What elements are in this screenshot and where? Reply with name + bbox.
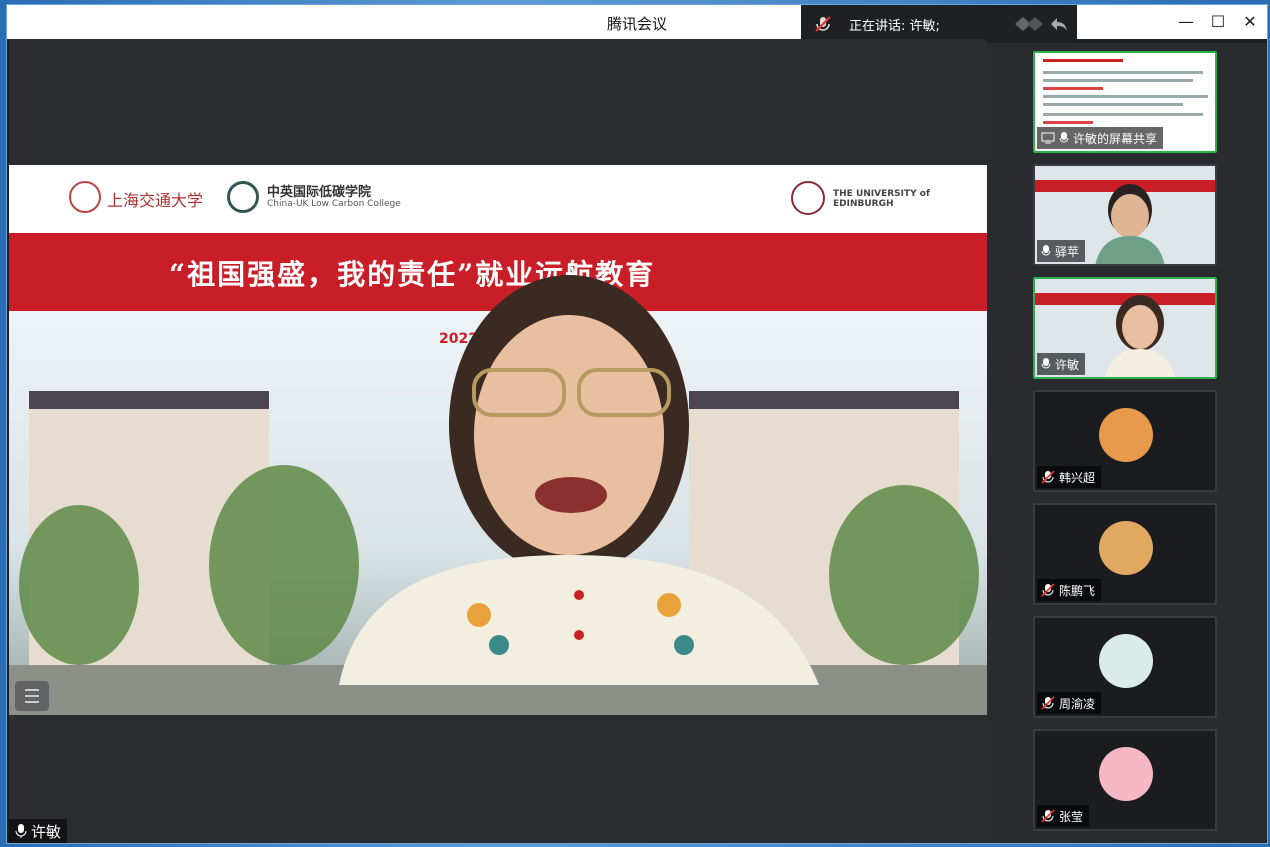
main-speaker-label: 许敏 [9, 819, 68, 843]
mic-icon [1059, 132, 1069, 143]
main-video-area: 上海交通大学 中英国际低碳学院 China-UK Low Carbon Coll… [9, 39, 987, 843]
mic-icon [1041, 245, 1051, 256]
tile-name-label: 驿苹 [1037, 240, 1086, 262]
minimize-button[interactable]: — [1173, 11, 1199, 33]
main-speaker-name: 许敏 [31, 822, 62, 841]
mic-muted-icon [1041, 583, 1055, 597]
participant-name: 张莹 [1059, 809, 1084, 824]
member-list-toggle-button[interactable] [15, 681, 49, 711]
logo-edinburgh: THE UNIVERSITY of EDINBURGH [833, 189, 930, 209]
participant-tile[interactable]: 韩兴超 [1033, 390, 1217, 492]
participant-tile[interactable]: 陈鹏飞 [1033, 503, 1217, 605]
network-signal-icon [1015, 17, 1043, 31]
participant-name: 许敏的屏幕共享 [1073, 131, 1158, 146]
tile-name-label: 许敏 [1037, 353, 1086, 375]
sjtu-seal-icon [69, 181, 101, 213]
logo-college: 中英国际低碳学院 [267, 185, 372, 200]
shared-slide: 上海交通大学 中英国际低碳学院 China-UK Low Carbon Coll… [9, 165, 987, 715]
meeting-window: 腾讯会议 正在讲话: 许敏; — ☐ ✕ 上海交通大学 中英国际低碳学院 Chi… [6, 4, 1268, 844]
speaker-video [339, 275, 819, 685]
mic-muted-icon[interactable] [813, 14, 833, 34]
screen-share-icon [1041, 132, 1055, 144]
window-title: 腾讯会议 [607, 15, 668, 33]
title-bar: 腾讯会议 正在讲话: 许敏; — ☐ ✕ [7, 5, 1267, 43]
dog-avatar [1099, 521, 1153, 575]
participant-panel: 许敏的屏幕共享 驿苹 许敏 韩兴超 陈鹏飞 周渝凌 张莹 [987, 43, 1267, 843]
maximize-button[interactable]: ☐ [1205, 11, 1231, 33]
list-icon [25, 689, 39, 703]
logo-college-sub: China-UK Low Carbon College [267, 199, 401, 209]
participant-video [1095, 184, 1165, 264]
tile-name-label: 许敏的屏幕共享 [1037, 127, 1164, 149]
tiger-avatar [1099, 408, 1153, 462]
tile-name-label: 陈鹏飞 [1037, 579, 1102, 601]
edinburgh-seal-icon [791, 181, 825, 215]
slide-logo-bar: 上海交通大学 中英国际低碳学院 China-UK Low Carbon Coll… [9, 165, 987, 233]
participant-name: 韩兴超 [1059, 470, 1096, 485]
mic-icon [1041, 358, 1051, 369]
tile-name-label: 韩兴超 [1037, 466, 1102, 488]
mic-muted-icon [1041, 696, 1055, 710]
participant-name: 周渝凌 [1059, 696, 1096, 711]
participant-name: 陈鹏飞 [1059, 583, 1096, 598]
close-button[interactable]: ✕ [1237, 11, 1263, 33]
tile-name-label: 周渝凌 [1037, 692, 1102, 714]
participant-video [1105, 295, 1175, 377]
mic-muted-icon [1041, 809, 1055, 823]
mic-icon [15, 824, 27, 838]
participant-tile[interactable]: 驿苹 [1033, 164, 1217, 266]
participant-name: 驿苹 [1055, 244, 1080, 259]
logo-sjtu: 上海交通大学 [107, 191, 204, 210]
participant-name: 许敏 [1055, 357, 1080, 372]
participant-tile[interactable]: 周渝凌 [1033, 616, 1217, 718]
tree [19, 505, 139, 665]
college-seal-icon [227, 181, 259, 213]
participant-tile[interactable]: 张莹 [1033, 729, 1217, 831]
speaking-indicator: 正在讲话: 许敏; [801, 5, 1077, 43]
undo-icon[interactable] [1049, 15, 1069, 33]
pig-avatar [1099, 747, 1153, 801]
cartoon-avatar [1099, 634, 1153, 688]
participant-tile[interactable]: 许敏 [1033, 277, 1217, 379]
participant-tile-screen-share[interactable]: 许敏的屏幕共享 [1033, 51, 1217, 153]
speaking-text: 正在讲话: 许敏; [849, 18, 940, 34]
tile-name-label: 张莹 [1037, 805, 1090, 827]
mic-muted-icon [1041, 470, 1055, 484]
